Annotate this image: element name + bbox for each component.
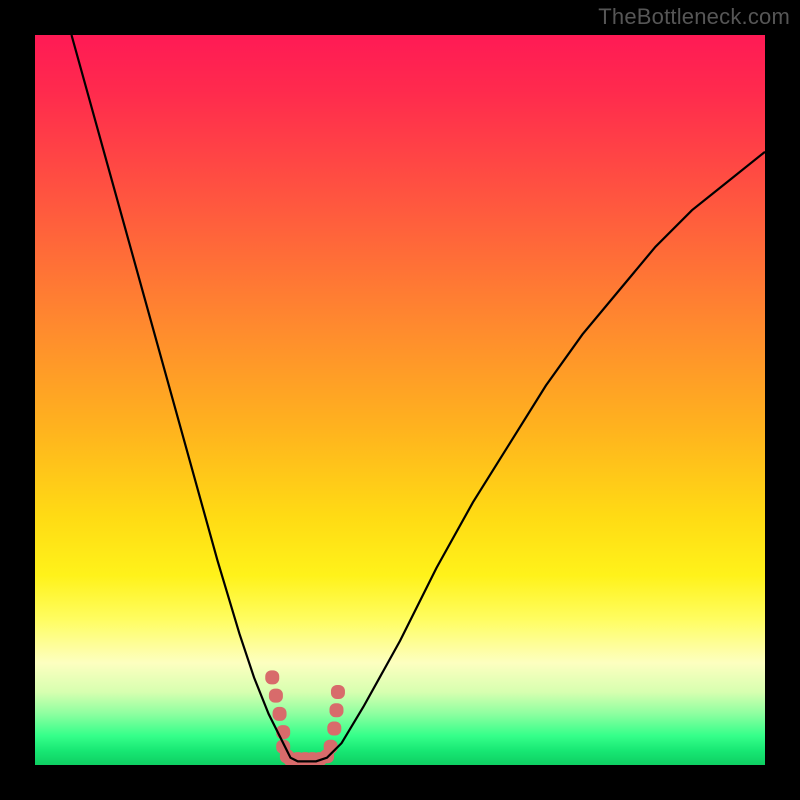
curve-layer (35, 35, 765, 765)
chart-frame: TheBottleneck.com (0, 0, 800, 800)
bottleneck-curve (72, 35, 766, 761)
watermark-text: TheBottleneck.com (598, 4, 790, 30)
plot-area (35, 35, 765, 765)
